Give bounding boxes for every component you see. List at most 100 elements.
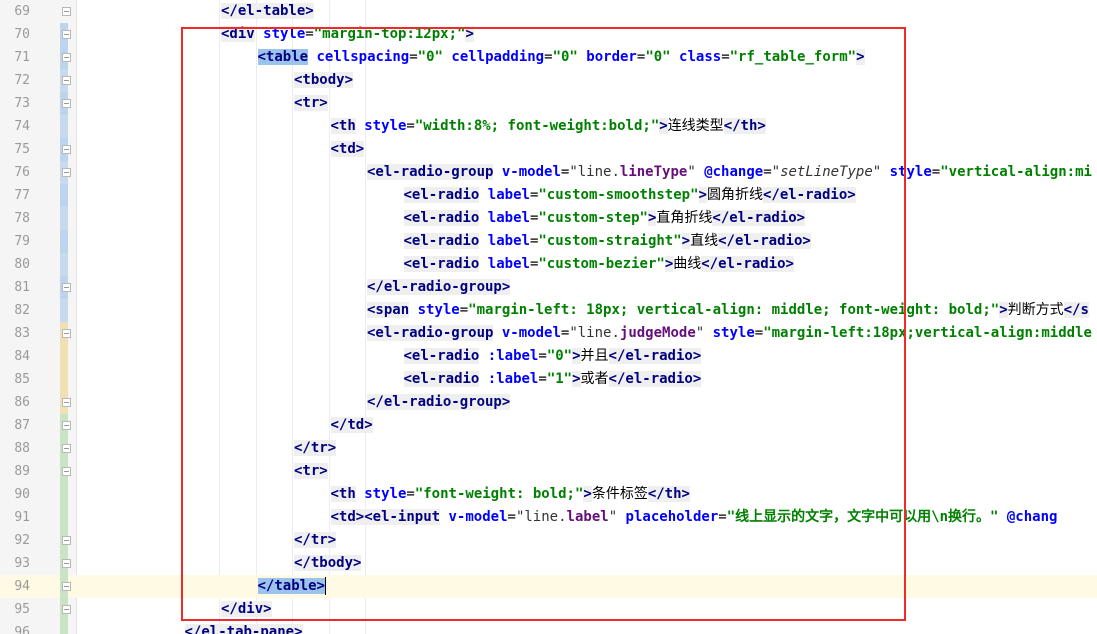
- line-number: 72: [14, 73, 30, 88]
- code-line-87[interactable]: 87 </td>: [0, 414, 1097, 437]
- code-line-83[interactable]: 83 <el-radio-group v-model = "line.judgeMod…: [0, 322, 1097, 345]
- code-line-75[interactable]: 75 <td>: [0, 138, 1097, 161]
- code-token: <el-radio: [403, 371, 480, 387]
- code-line-78[interactable]: 78 <el-radio label="custom-step">直角折线</el…: [0, 207, 1097, 230]
- code-token: label: [479, 233, 530, 249]
- line-number: 94: [14, 579, 30, 594]
- code-token: label: [479, 256, 530, 272]
- code-token: </tr>: [294, 532, 337, 548]
- fold-toggle-icon[interactable]: [62, 99, 71, 108]
- code-token: style: [254, 26, 306, 42]
- code-token: "0": [552, 49, 578, 65]
- line-number: 78: [14, 211, 30, 226]
- code-text: </el-radio-group>: [367, 391, 511, 414]
- code-text: <el-radio :label="1">或者</el-radio>: [403, 368, 702, 391]
- code-token: 条件标签: [591, 486, 648, 502]
- fold-toggle-icon[interactable]: [62, 467, 71, 476]
- code-line-69[interactable]: 69 </el-table>: [0, 0, 1097, 23]
- code-line-76[interactable]: 76 <el-radio-group v-model = "line.lineType…: [0, 161, 1097, 184]
- code-token: class: [670, 49, 722, 65]
- fold-toggle-icon[interactable]: [62, 582, 71, 591]
- line-number: 79: [14, 234, 30, 249]
- code-text: </div>: [221, 598, 272, 621]
- line-number: 77: [14, 188, 30, 203]
- code-token: <td>: [330, 141, 365, 157]
- code-line-88[interactable]: 88 </tr>: [0, 437, 1097, 460]
- code-line-91[interactable]: 91 <td><el-input v-model="line.label" pla…: [0, 506, 1097, 529]
- fold-toggle-icon[interactable]: [62, 605, 71, 614]
- code-line-92[interactable]: 92 </tr>: [0, 529, 1097, 552]
- code-line-77[interactable]: 77 <el-radio label="custom-smoothstep">圆角…: [0, 184, 1097, 207]
- code-token: <el-radio: [403, 348, 480, 364]
- code-token: </tr>: [294, 440, 337, 456]
- fold-toggle-icon[interactable]: [62, 53, 71, 62]
- code-text: <th style="font-weight: bold;">条件标签</th>: [330, 483, 690, 506]
- code-token: <el-radio: [403, 256, 480, 272]
- code-token: 或者: [580, 371, 609, 387]
- code-editor[interactable]: 69 </el-table> 70 <div style="margin-top:12…: [0, 0, 1097, 634]
- code-token: <el-input: [364, 509, 441, 525]
- fold-toggle-icon[interactable]: [62, 76, 71, 85]
- code-text: <td><el-input v-model="line.label" place…: [330, 506, 1057, 529]
- code-text: <tr>: [294, 460, 328, 483]
- code-line-89[interactable]: 89 <tr>: [0, 460, 1097, 483]
- code-text: <tr>: [294, 92, 328, 115]
- code-line-70[interactable]: 70 <div style="margin-top:12px;">: [0, 23, 1097, 46]
- fold-toggle-icon[interactable]: [62, 283, 71, 292]
- code-line-82[interactable]: 82 <span style="margin-left: 18px; vertic…: [0, 299, 1097, 322]
- line-number: 92: [14, 533, 30, 548]
- code-line-71[interactable]: 71 <table cellspacing="0" cellpadding="0"…: [0, 46, 1097, 69]
- line-number: 70: [14, 27, 30, 42]
- fold-toggle-icon[interactable]: [62, 559, 71, 568]
- code-token: 直线: [690, 233, 719, 249]
- code-token: >: [999, 302, 1008, 318]
- code-line-74[interactable]: 74 <th style="width:8%; font-weight:bold;…: [0, 115, 1097, 138]
- code-token: <el-radio-group: [367, 325, 494, 341]
- code-line-96[interactable]: 96 </el-tab-pane>: [0, 621, 1097, 634]
- fold-toggle-icon[interactable]: [62, 444, 71, 453]
- vcs-change-marker: [60, 506, 68, 529]
- code-line-81[interactable]: 81 </el-radio-group>: [0, 276, 1097, 299]
- code-token: >: [572, 371, 581, 387]
- code-text: <el-radio :label="0">并且</el-radio>: [403, 345, 702, 368]
- line-number: 76: [14, 165, 30, 180]
- code-token: "1": [546, 371, 573, 387]
- line-number: 93: [14, 556, 30, 571]
- fold-toggle-icon[interactable]: [62, 536, 71, 545]
- code-token: </el-radio>: [712, 210, 806, 226]
- code-line-79[interactable]: 79 <el-radio label="custom-straight">直线</…: [0, 230, 1097, 253]
- code-token: =: [459, 302, 469, 318]
- code-token: </s: [1063, 302, 1089, 318]
- code-line-84[interactable]: 84 <el-radio :label="0">并且</el-radio>: [0, 345, 1097, 368]
- code-token: =: [931, 164, 941, 180]
- fold-toggle-icon[interactable]: [62, 398, 71, 407]
- code-token: "custom-smoothstep": [538, 187, 699, 203]
- fold-toggle-icon[interactable]: [62, 145, 71, 154]
- code-token: </table>: [257, 578, 325, 594]
- code-token: "rf_table_form": [729, 49, 857, 65]
- code-line-95[interactable]: 95 </div>: [0, 598, 1097, 621]
- code-token: label: [479, 210, 530, 226]
- line-number: 73: [14, 96, 30, 111]
- code-line-85[interactable]: 85 <el-radio :label="1">或者</el-radio>: [0, 368, 1097, 391]
- code-line-73[interactable]: 73 <tr>: [0, 92, 1097, 115]
- code-token: 直角折线: [656, 210, 713, 226]
- code-token: </tbody>: [294, 555, 362, 571]
- code-line-93[interactable]: 93 </tbody>: [0, 552, 1097, 575]
- fold-toggle-icon[interactable]: [62, 168, 71, 177]
- code-token: 判断方式: [1007, 302, 1064, 318]
- fold-toggle-icon[interactable]: [62, 7, 71, 16]
- code-token: judgeMode: [619, 325, 696, 341]
- code-line-86[interactable]: 86 </el-radio-group>: [0, 391, 1097, 414]
- code-line-94[interactable]: 94 </table>: [0, 575, 1097, 598]
- code-token: =: [538, 348, 547, 364]
- code-token: 并且: [580, 348, 609, 364]
- code-line-72[interactable]: 72 <tbody>: [0, 69, 1097, 92]
- code-text: </td>: [330, 414, 373, 437]
- code-line-80[interactable]: 80 <el-radio label="custom-bezier">曲线</el…: [0, 253, 1097, 276]
- fold-toggle-icon[interactable]: [62, 30, 71, 39]
- code-text: <el-radio label="custom-smoothstep">圆角折线…: [403, 184, 856, 207]
- fold-toggle-icon[interactable]: [62, 421, 71, 430]
- fold-toggle-icon[interactable]: [62, 329, 71, 338]
- code-line-90[interactable]: 90 <th style="font-weight: bold;">条件标签</t…: [0, 483, 1097, 506]
